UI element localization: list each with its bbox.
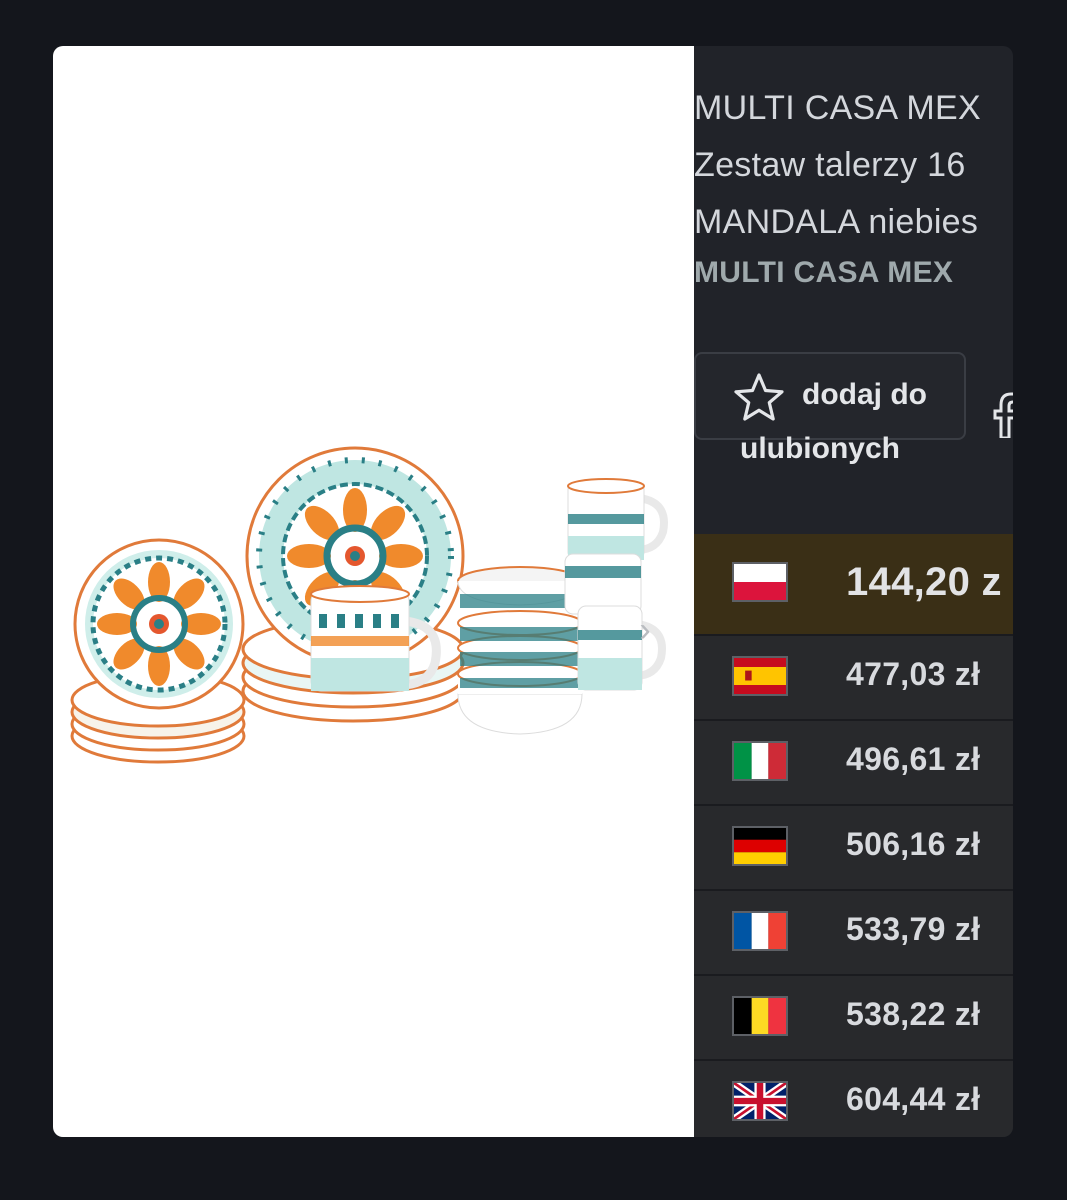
price-row-belgium[interactable]: 538,22 zł (694, 976, 1013, 1061)
product-card: › MULTI CASA MEX Zestaw talerzy 16 MANDA… (53, 46, 1013, 1137)
brand-link[interactable]: MULTI CASA MEX (694, 256, 953, 290)
product-title-line: MANDALA niebies (694, 203, 979, 241)
price-comparison-list: 144,20 z 477,03 zł 496,61 zł 506,16 zł 5… (694, 534, 1013, 1137)
price-value: 533,79 zł (846, 911, 981, 947)
price-value: 496,61 zł (846, 741, 981, 777)
france-flag-icon (732, 911, 788, 951)
favorites-label-continued: ulubionych (740, 432, 900, 465)
price-row-uk[interactable]: 604,44 zł (694, 1061, 1013, 1137)
price-row-germany[interactable]: 506,16 zł (694, 806, 1013, 891)
product-title-line: MULTI CASA MEX (694, 89, 981, 127)
germany-flag-icon (732, 826, 788, 866)
price-value: 477,03 zł (846, 656, 981, 692)
price-value: 506,16 zł (846, 826, 981, 862)
add-to-favorites-button[interactable]: dodaj do (694, 352, 966, 440)
price-row-spain[interactable]: 477,03 zł (694, 636, 1013, 721)
favorites-label: dodaj do (802, 378, 927, 411)
spain-flag-icon (732, 656, 788, 696)
price-value: 604,44 zł (846, 1081, 981, 1117)
price-row-france[interactable]: 533,79 zł (694, 891, 1013, 976)
price-row-poland[interactable]: 144,20 z (694, 534, 1013, 636)
poland-flag-icon (732, 562, 788, 602)
price-value: 538,22 zł (846, 996, 981, 1032)
product-title[interactable]: MULTI CASA MEX Zestaw talerzy 16 MANDALA… (694, 80, 1013, 251)
price-value: 144,20 z (846, 560, 1002, 604)
belgium-flag-icon (732, 996, 788, 1036)
product-image-pane[interactable]: › (53, 46, 694, 1137)
next-image-arrow-icon[interactable]: › (631, 608, 659, 652)
product-title-line: Zestaw talerzy 16 (694, 146, 966, 184)
star-icon (734, 373, 784, 421)
product-info-panel: MULTI CASA MEX Zestaw talerzy 16 MANDALA… (694, 46, 1013, 1137)
price-row-italy[interactable]: 496,61 zł (694, 721, 1013, 806)
italy-flag-icon (732, 741, 788, 781)
facebook-icon[interactable] (991, 392, 1013, 438)
uk-flag-icon (732, 1081, 788, 1121)
product-photo (70, 446, 668, 764)
